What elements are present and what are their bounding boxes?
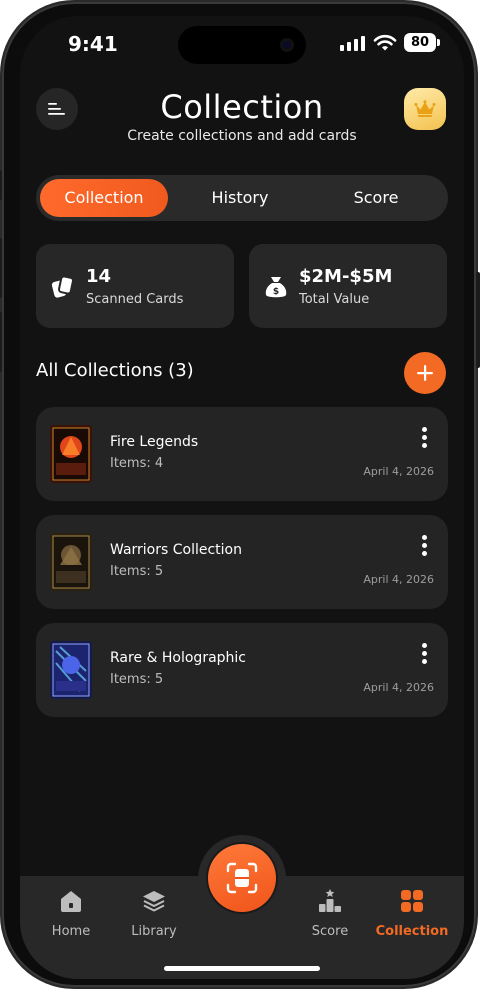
nav-home[interactable]: Home xyxy=(31,888,111,939)
page-title: Collection xyxy=(160,88,324,126)
holo-card-thumbnail xyxy=(50,641,92,699)
collection-name: Warriors Collection xyxy=(110,542,242,558)
collection-name: Fire Legends xyxy=(110,434,199,450)
nav-library[interactable]: Library xyxy=(114,888,194,939)
add-collection-button[interactable] xyxy=(404,352,446,394)
camera-icon xyxy=(280,38,294,52)
nav-collection[interactable]: Collection xyxy=(372,888,452,939)
crown-icon xyxy=(414,100,436,117)
nav-collection-label: Collection xyxy=(375,924,449,939)
collection-items: Items: 5 xyxy=(110,672,164,687)
app-screen: 9:41 80 Collection Create collections an… xyxy=(20,16,464,979)
collection-card[interactable]: Rare & Holographic Items: 5 April 4, 202… xyxy=(36,623,448,717)
tab-score[interactable]: Score xyxy=(312,179,440,217)
total-value: $2M-$5M xyxy=(299,266,393,287)
cards-icon xyxy=(51,275,74,298)
total-value-stat: $ $2M-$5M Total Value xyxy=(249,244,447,328)
page-subtitle: Create collections and add cards xyxy=(127,128,357,144)
nav-score[interactable]: Score xyxy=(290,888,370,939)
home-icon xyxy=(61,891,81,912)
collections-heading: All Collections (3) xyxy=(36,360,194,381)
tab-collection[interactable]: Collection xyxy=(40,179,168,217)
collection-card[interactable]: Fire Legends Items: 4 April 4, 2026 xyxy=(36,407,448,501)
tab-history[interactable]: History xyxy=(176,179,304,217)
nav-home-label: Home xyxy=(51,924,91,939)
money-bag-icon: $ xyxy=(265,277,287,298)
scan-icon xyxy=(226,862,258,894)
more-options-icon[interactable] xyxy=(422,643,428,664)
status-bar: 9:41 80 xyxy=(20,16,464,72)
collection-card[interactable]: Warriors Collection Items: 5 April 4, 20… xyxy=(36,515,448,609)
scanned-count: 14 xyxy=(86,266,112,287)
dynamic-island xyxy=(178,26,306,64)
nav-score-label: Score xyxy=(311,924,349,939)
collection-name: Rare & Holographic xyxy=(110,650,246,666)
collection-items: Items: 5 xyxy=(110,564,164,579)
plus-icon xyxy=(417,365,433,381)
podium-icon xyxy=(319,889,341,912)
battery-icon: 80 xyxy=(404,33,440,52)
collection-date: April 4, 2026 xyxy=(363,573,434,586)
phone-frame: 9:41 80 Collection Create collections an… xyxy=(0,2,480,987)
scanned-label: Scanned Cards xyxy=(86,292,184,307)
premium-button[interactable] xyxy=(404,88,446,130)
tab-bar: Collection History Score xyxy=(36,175,448,221)
nav-library-label: Library xyxy=(131,924,177,939)
scan-button[interactable] xyxy=(208,844,276,912)
signal-icon xyxy=(340,36,365,51)
layers-icon xyxy=(143,891,165,912)
warrior-card-thumbnail xyxy=(50,533,92,591)
wifi-icon xyxy=(373,34,397,51)
home-indicator xyxy=(164,966,320,971)
fire-card-thumbnail xyxy=(50,425,92,483)
total-value-label: Total Value xyxy=(299,292,370,307)
collection-date: April 4, 2026 xyxy=(363,681,434,694)
grid-icon xyxy=(401,890,423,912)
scanned-cards-stat: 14 Scanned Cards xyxy=(36,244,234,328)
collection-items: Items: 4 xyxy=(110,456,164,471)
status-time: 9:41 xyxy=(68,32,118,56)
collection-date: April 4, 2026 xyxy=(363,465,434,478)
more-options-icon[interactable] xyxy=(422,535,428,556)
more-options-icon[interactable] xyxy=(422,427,428,448)
svg-text:$: $ xyxy=(273,287,279,297)
